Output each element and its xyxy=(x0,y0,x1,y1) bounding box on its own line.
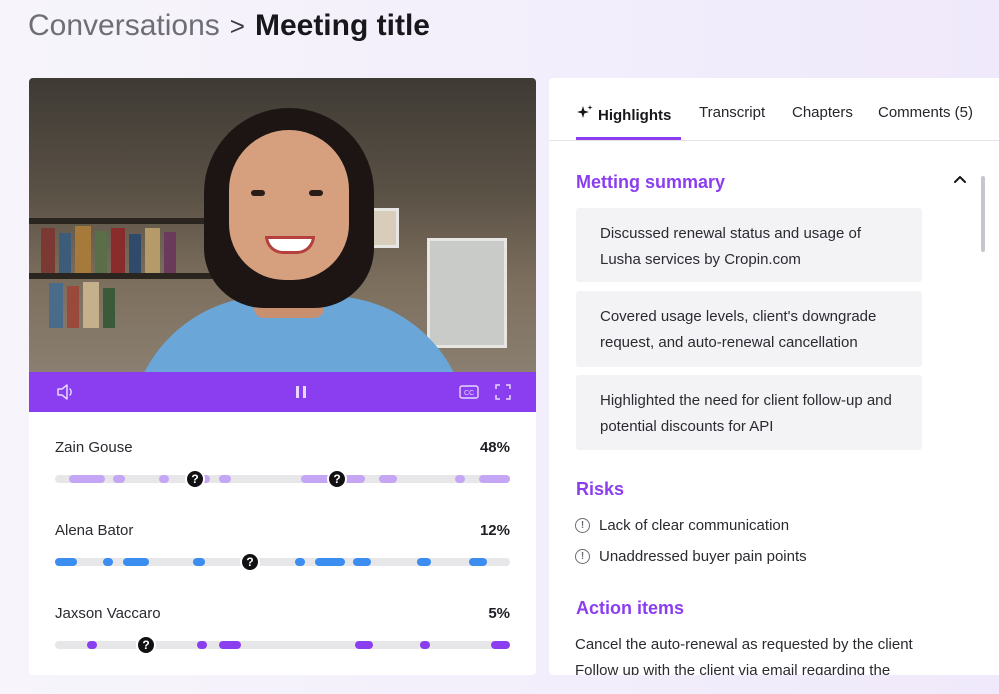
alert-icon: ! xyxy=(575,518,590,533)
talk-segment xyxy=(353,558,371,566)
active-tab-indicator xyxy=(576,137,681,140)
talk-segment xyxy=(123,558,149,566)
talk-segment xyxy=(417,558,431,566)
speaker-name: Zain Gouse xyxy=(55,439,133,456)
talk-segment xyxy=(455,475,465,483)
tab-bar: Highlights Transcript Chapters Comments … xyxy=(549,78,999,141)
book xyxy=(145,228,160,273)
book xyxy=(75,226,91,273)
window xyxy=(427,238,507,348)
talk-segment xyxy=(197,641,207,649)
alert-icon: ! xyxy=(575,549,590,564)
talk-segment xyxy=(420,641,430,649)
book xyxy=(164,232,176,273)
talk-segment xyxy=(103,558,113,566)
speaker-row: Alena Bator 12% ? xyxy=(55,522,510,572)
pause-icon[interactable] xyxy=(291,382,311,402)
question-marker[interactable]: ? xyxy=(185,469,205,489)
speaker-talk-percent: 48% xyxy=(479,439,510,456)
talk-segment xyxy=(315,558,345,566)
book xyxy=(59,233,71,273)
tab-label: Highlights xyxy=(598,106,672,124)
person-eye xyxy=(251,190,265,196)
summary-item: Covered usage levels, client's downgrade… xyxy=(576,291,922,367)
tab-label: Chapters xyxy=(792,104,853,121)
bookshelf xyxy=(29,273,219,279)
book xyxy=(129,234,141,273)
page-title: Meeting title xyxy=(254,9,430,42)
talk-segment xyxy=(55,558,77,566)
question-marker[interactable]: ? xyxy=(240,552,260,572)
video-controls: CC xyxy=(29,372,536,412)
speaker-row: Zain Gouse 48% ? ? xyxy=(55,439,510,489)
svg-text:CC: CC xyxy=(464,390,474,397)
talk-segment xyxy=(379,475,397,483)
talk-segment xyxy=(355,641,373,649)
talk-segment xyxy=(479,475,510,483)
book xyxy=(67,286,79,328)
fullscreen-icon[interactable] xyxy=(493,382,513,402)
speaker-talk-percent: 12% xyxy=(479,522,510,539)
risk-text: Unaddressed buyer pain points xyxy=(599,548,807,565)
sparkle-icon xyxy=(576,104,594,126)
talk-segment xyxy=(219,475,231,483)
tab-comments[interactable]: Comments (5) xyxy=(878,104,973,121)
question-marker[interactable]: ? xyxy=(136,635,156,655)
book xyxy=(49,283,63,328)
tab-label: Transcript xyxy=(699,104,766,121)
risk-item: ! Unaddressed buyer pain points xyxy=(575,548,807,565)
risks-heading: Risks xyxy=(576,479,625,499)
action-items-heading: Action items xyxy=(576,598,685,618)
tab-transcript[interactable]: Transcript xyxy=(699,104,765,121)
talk-segment xyxy=(159,475,169,483)
speaker-timeline-track[interactable]: ? xyxy=(55,635,510,655)
tab-label: Comments (5) xyxy=(878,104,974,121)
volume-icon[interactable] xyxy=(56,382,76,402)
breadcrumb-separator: > xyxy=(229,10,245,41)
action-item: Follow up with the client via email rega… xyxy=(575,662,891,675)
action-item: Cancel the auto-renewal as requested by … xyxy=(575,636,913,653)
summary-heading: Metting summary xyxy=(576,172,726,192)
speaker-name: Jaxson Vaccaro xyxy=(55,605,161,622)
chevron-up-icon[interactable] xyxy=(952,172,968,188)
talk-segment xyxy=(295,558,305,566)
recording-panel: CC Zain Gouse 48% ? ? Alena Bator 12% ? … xyxy=(29,78,536,675)
speaker-timeline-track[interactable]: ? xyxy=(55,552,510,572)
book xyxy=(95,231,107,273)
question-marker[interactable]: ? xyxy=(327,469,347,489)
talk-segment xyxy=(113,475,125,483)
captions-icon[interactable]: CC xyxy=(459,382,479,402)
risk-text: Lack of clear communication xyxy=(599,517,790,534)
speaker-talk-percent: 5% xyxy=(488,605,510,622)
summary-item: Discussed renewal status and usage of Lu… xyxy=(576,208,922,282)
speaker-row: Jaxson Vaccaro 5% ? xyxy=(55,605,510,655)
bookshelf xyxy=(29,218,219,224)
scrollbar[interactable] xyxy=(981,176,985,252)
talk-segment xyxy=(469,558,487,566)
speaker-timeline-track[interactable]: ? ? xyxy=(55,469,510,489)
book xyxy=(111,228,125,273)
book xyxy=(103,288,115,328)
talk-segment xyxy=(87,641,97,649)
book xyxy=(41,228,55,273)
tab-chapters[interactable]: Chapters xyxy=(792,104,853,121)
book xyxy=(83,282,99,328)
talk-segment xyxy=(193,558,205,566)
person-eye xyxy=(309,190,323,196)
talk-segment xyxy=(219,641,241,649)
tab-highlights[interactable]: Highlights xyxy=(576,104,671,126)
speaker-name: Alena Bator xyxy=(55,522,134,539)
person-face xyxy=(229,130,349,280)
breadcrumb: Conversations > Meeting title xyxy=(28,6,430,46)
talk-segment xyxy=(69,475,105,483)
video-player[interactable] xyxy=(29,78,536,372)
insights-panel: Highlights Transcript Chapters Comments … xyxy=(549,78,999,675)
breadcrumb-conversations-link[interactable]: Conversations xyxy=(28,9,220,43)
talk-segment xyxy=(491,641,510,649)
risk-item: ! Lack of clear communication xyxy=(575,517,789,534)
summary-item: Highlighted the need for client follow-u… xyxy=(576,375,922,450)
